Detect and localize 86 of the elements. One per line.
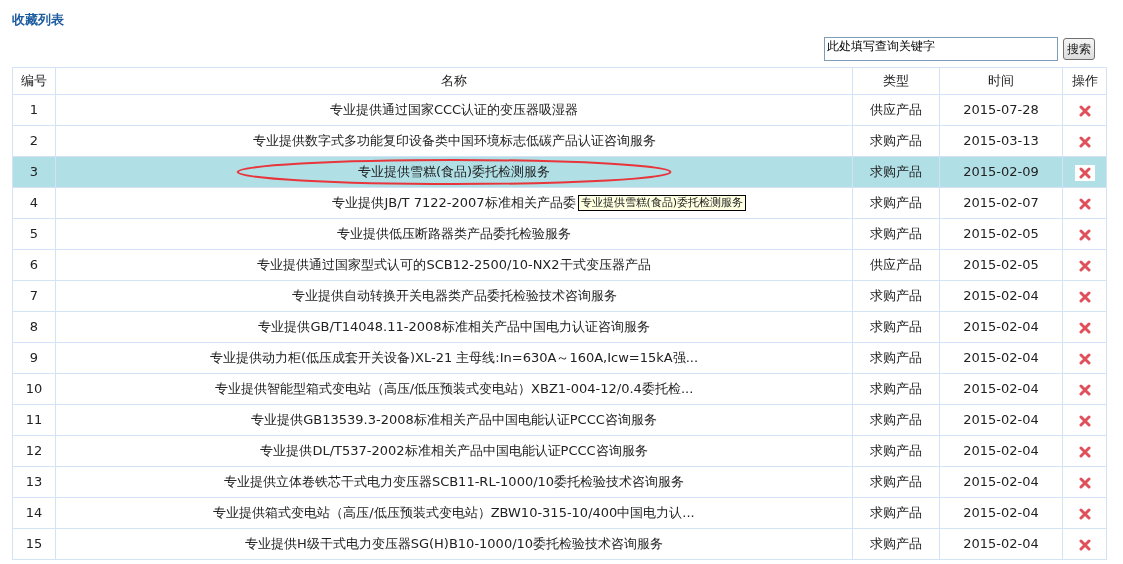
table-cell: 2015-02-04 — [939, 311, 1063, 343]
item-name-link[interactable]: 专业提供JB/T 7122-2007标准相关产品委 — [332, 195, 576, 211]
table-row[interactable]: 12 专业提供DL/T537-2002标准相关产品中国电能认证PCCC咨询服务 求购产品 2015-02-04 — [12, 435, 1107, 467]
table-cell: 求购产品 — [852, 497, 940, 529]
table-cell: 2 — [12, 125, 56, 157]
table-row[interactable]: 15 专业提供H级干式电力变压器SG(H)B10-1000/10委托检验技术咨询服务 求购产品 2015-02-04 — [12, 528, 1107, 560]
column-header: 编号 — [12, 67, 56, 95]
delete-icon[interactable] — [1077, 382, 1092, 397]
table-cell: 求购产品 — [852, 342, 940, 374]
column-header: 类型 — [852, 67, 940, 95]
table-cell: 13 — [12, 466, 56, 498]
table-cell: 6 — [12, 249, 56, 281]
table-row[interactable]: 6 专业提供通过国家型式认可的SCB12-2500/10-NX2干式变压器产品 供应产品 2015-02-05 — [12, 249, 1107, 281]
table-cell: 2015-02-04 — [939, 497, 1063, 529]
table-cell: 12 — [12, 435, 56, 467]
table-cell: 2015-02-04 — [939, 435, 1063, 467]
table-cell: 2015-02-04 — [939, 466, 1063, 498]
delete-icon[interactable] — [1077, 103, 1092, 118]
delete-icon[interactable] — [1077, 506, 1092, 521]
table-cell: 2015-02-09 — [939, 156, 1063, 188]
table-cell: 供应产品 — [852, 249, 940, 281]
table-row[interactable]: 4 专业提供JB/T 7122-2007标准相关产品委 专业提供雪糕(食品)委托检测服务 求购产品 2015-02-07 — [12, 187, 1107, 219]
table-cell: 2015-02-05 — [939, 218, 1063, 250]
table-cell: 15 — [12, 528, 56, 560]
page-title: 收藏列表 — [12, 12, 65, 28]
table-cell: 1 — [12, 94, 56, 126]
table-cell: 2015-02-07 — [939, 187, 1063, 219]
table-cell: 求购产品 — [852, 466, 940, 498]
table-row[interactable]: 9 专业提供动力柜(低压成套开关设备)XL-21 主母线:In=630A～160A,Icw=15kA强... 求购产品 2015-02-04 — [12, 342, 1107, 374]
table-row[interactable]: 8 专业提供GB/T14048.11-2008标准相关产品中国电力认证咨询服务 求购产品 2015-02-04 — [12, 311, 1107, 343]
table-cell: 求购产品 — [852, 311, 940, 343]
table-cell: 4 — [12, 187, 56, 219]
table-cell: 2015-03-13 — [939, 125, 1063, 157]
table-cell: 3 — [12, 156, 56, 188]
table-cell: 11 — [12, 404, 56, 436]
table-cell: 求购产品 — [852, 218, 940, 250]
table-cell: 9 — [12, 342, 56, 374]
item-name-link[interactable]: 专业提供通过国家CCC认证的变压器吸湿器 — [329, 102, 579, 118]
delete-icon[interactable] — [1077, 289, 1092, 304]
table-cell: 2015-02-04 — [939, 280, 1063, 312]
table-cell: 7 — [12, 280, 56, 312]
table-cell: 2015-02-04 — [939, 373, 1063, 405]
table-cell: 求购产品 — [852, 125, 940, 157]
table-cell: 求购产品 — [852, 528, 940, 560]
table-cell: 2015-02-04 — [939, 528, 1063, 560]
table-row[interactable]: 13 专业提供立体卷铁芯干式电力变压器SCB11-RL-1000/10委托检验技术咨询服务 求购产品 2015-02-04 — [12, 466, 1107, 498]
table-row[interactable]: 10 专业提供智能型箱式变电站（高压/低压预装式变电站）XBZ1-004-12/0.4委托检... 求购产品 2015-02-04 — [12, 373, 1107, 405]
table-cell: 求购产品 — [852, 280, 940, 312]
delete-icon[interactable] — [1077, 413, 1092, 428]
table-cell: 供应产品 — [852, 94, 940, 126]
delete-icon[interactable] — [1077, 134, 1092, 149]
item-name-link[interactable]: 专业提供低压断路器类产品委托检验服务 — [337, 226, 571, 242]
table-row[interactable]: 11 专业提供GB13539.3-2008标准相关产品中国电能认证PCCC咨询服务 求购产品 2015-02-04 — [12, 404, 1107, 436]
delete-icon[interactable] — [1077, 258, 1092, 273]
table-cell: 8 — [12, 311, 56, 343]
table-cell: 求购产品 — [852, 373, 940, 405]
table-cell: 求购产品 — [852, 187, 940, 219]
table-row[interactable]: 3 专业提供雪糕(食品)委托检测服务 求购产品 2015-02-09 — [12, 156, 1107, 188]
table-row[interactable]: 14 专业提供箱式变电站（高压/低压预装式变电站）ZBW10-315-10/400中国电力认... 求购产品 2015-02-04 — [12, 497, 1107, 529]
table-row[interactable]: 7 专业提供自动转换开关电器类产品委托检验技术咨询服务 求购产品 2015-02-04 — [12, 280, 1107, 312]
delete-icon[interactable] — [1077, 475, 1092, 490]
table-cell: 10 — [12, 373, 56, 405]
table-cell: 求购产品 — [852, 435, 940, 467]
table-cell: 5 — [12, 218, 56, 250]
delete-icon[interactable] — [1077, 537, 1092, 552]
column-header: 名称 — [55, 67, 853, 95]
table-cell: 2015-07-28 — [939, 94, 1063, 126]
column-header: 操作 — [1062, 67, 1107, 95]
table-cell: 求购产品 — [852, 156, 940, 188]
delete-icon[interactable] — [1077, 351, 1092, 366]
table-cell: 2015-02-04 — [939, 404, 1063, 436]
delete-icon[interactable] — [1077, 196, 1092, 211]
delete-icon[interactable] — [1077, 320, 1092, 335]
delete-icon[interactable] — [1077, 227, 1092, 242]
column-header: 时间 — [939, 67, 1063, 95]
table-row[interactable]: 1 专业提供通过国家CCC认证的变压器吸湿器 供应产品 2015-07-28 — [12, 94, 1107, 126]
table-row[interactable]: 2 专业提供数字式多功能复印设备类中国环境标志低碳产品认证咨询服务 求购产品 2015-03-13 — [12, 125, 1107, 157]
table-cell: 2015-02-04 — [939, 342, 1063, 374]
table-cell: 14 — [12, 497, 56, 529]
search-button[interactable]: 搜索 — [1063, 38, 1095, 60]
search-field[interactable]: 此处填写查询关键字 — [824, 37, 1058, 61]
table-row[interactable]: 5 专业提供低压断路器类产品委托检验服务 求购产品 2015-02-05 — [12, 218, 1107, 250]
table-cell: 2015-02-05 — [939, 249, 1063, 281]
tooltip: 专业提供雪糕(食品)委托检测服务 — [577, 195, 747, 212]
table-cell: 求购产品 — [852, 404, 940, 436]
delete-icon[interactable] — [1077, 444, 1092, 459]
